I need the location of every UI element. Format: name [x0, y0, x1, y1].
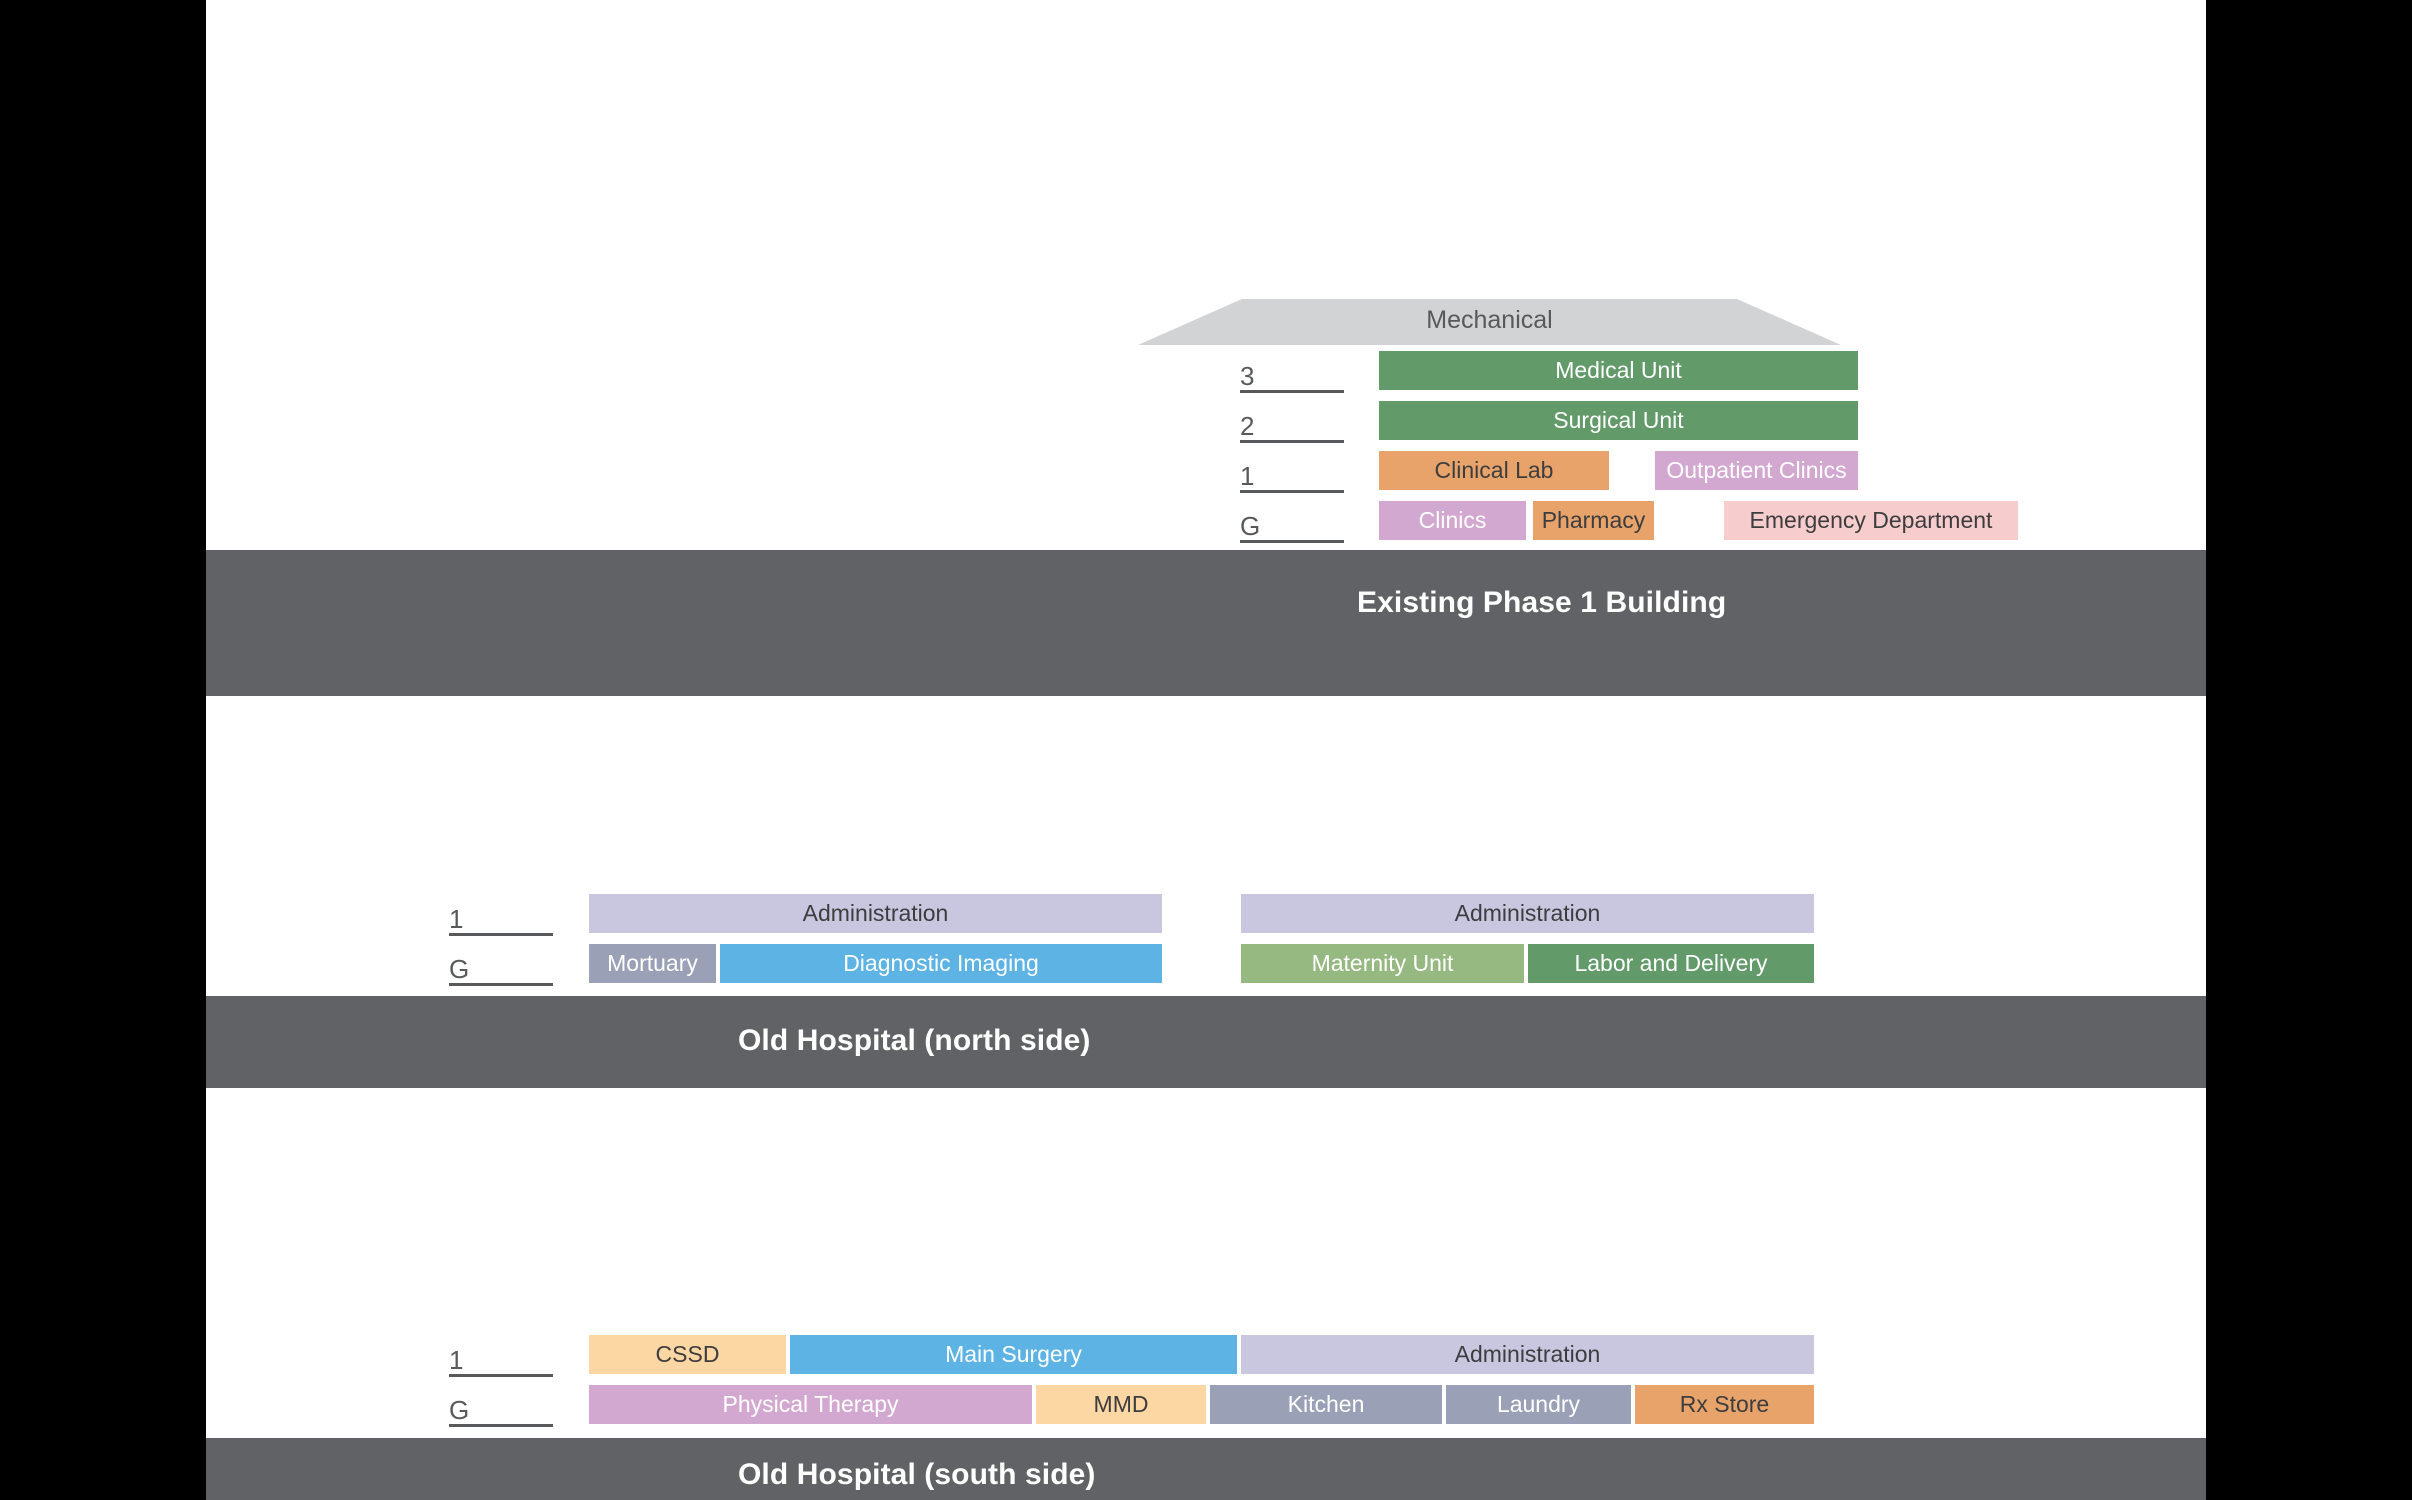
floor-rule: [449, 933, 553, 936]
room-medical-unit[interactable]: Medical Unit: [1379, 351, 1858, 390]
room-administration[interactable]: Administration: [1241, 1335, 1814, 1374]
floor-tick-3: 3: [1240, 358, 1344, 393]
floor-tick-g: G: [449, 951, 553, 986]
floor-rule: [1240, 440, 1344, 443]
floor-tick-1: 1: [449, 901, 553, 936]
floor-label-g: G: [449, 1395, 470, 1425]
room-surgical-unit[interactable]: Surgical Unit: [1379, 401, 1858, 440]
room-cssd[interactable]: CSSD: [589, 1335, 786, 1374]
floor-rule: [1240, 540, 1344, 543]
floor-rule: [449, 1374, 553, 1377]
room-pharmacy[interactable]: Pharmacy: [1533, 501, 1654, 540]
room-laundry[interactable]: Laundry: [1446, 1385, 1631, 1424]
section-old-hospital-north-side: 1 G Administration Administration Mortua…: [206, 696, 2206, 1096]
section-old-hospital-south-side: 1 G CSSD Main Surgery Administration Phy…: [206, 1088, 2206, 1500]
mechanical-label: Mechanical: [1426, 306, 1553, 334]
diagram-canvas: Mechanical 3 2 1 G Medical Unit Surgical…: [206, 0, 2206, 1500]
room-mmd[interactable]: MMD: [1036, 1385, 1206, 1424]
section-band-label: Existing Phase 1 Building: [1357, 586, 1727, 619]
floor-tick-1: 1: [1240, 458, 1344, 493]
room-outpatient-clinics[interactable]: Outpatient Clinics: [1655, 451, 1858, 490]
room-main-surgery[interactable]: Main Surgery: [790, 1335, 1237, 1374]
floor-label-3: 3: [1240, 361, 1255, 391]
floor-label-g: G: [449, 954, 470, 984]
room-diagnostic-imaging[interactable]: Diagnostic Imaging: [720, 944, 1162, 983]
section-band-existing-phase-1-building: Existing Phase 1 Building: [206, 550, 2206, 696]
section-existing-phase-1-building: Mechanical 3 2 1 G Medical Unit Surgical…: [206, 0, 2206, 696]
room-mortuary[interactable]: Mortuary: [589, 944, 716, 983]
room-emergency-department[interactable]: Emergency Department: [1724, 501, 2018, 540]
room-clinical-lab[interactable]: Clinical Lab: [1379, 451, 1609, 490]
hospital-stacking-diagram: Mechanical 3 2 1 G Medical Unit Surgical…: [0, 0, 2412, 1500]
room-labor-and-delivery[interactable]: Labor and Delivery: [1528, 944, 1814, 983]
section-band-label: Old Hospital (north side): [738, 1024, 1091, 1057]
room-physical-therapy[interactable]: Physical Therapy: [589, 1385, 1032, 1424]
section-band-label: Old Hospital (south side): [738, 1458, 1096, 1491]
room-kitchen[interactable]: Kitchen: [1210, 1385, 1442, 1424]
room-administration-west[interactable]: Administration: [589, 894, 1162, 933]
room-rx-store[interactable]: Rx Store: [1635, 1385, 1814, 1424]
floor-rule: [1240, 390, 1344, 393]
floor-rule: [449, 983, 553, 986]
room-maternity-unit[interactable]: Maternity Unit: [1241, 944, 1524, 983]
section-band-old-hospital-south-side: Old Hospital (south side): [206, 1438, 2206, 1500]
floor-label-1: 1: [1240, 461, 1255, 491]
mechanical-roof: Mechanical: [1138, 299, 1841, 347]
section-band-old-hospital-north-side: Old Hospital (north side): [206, 996, 2206, 1088]
floor-label-1: 1: [449, 904, 464, 934]
floor-tick-1: 1: [449, 1342, 553, 1377]
floor-tick-g: G: [449, 1392, 553, 1427]
floor-tick-g: G: [1240, 508, 1344, 543]
floor-rule: [1240, 490, 1344, 493]
floor-tick-2: 2: [1240, 408, 1344, 443]
floor-label-g: G: [1240, 511, 1261, 541]
floor-label-1: 1: [449, 1345, 464, 1375]
room-administration-east[interactable]: Administration: [1241, 894, 1814, 933]
floor-label-2: 2: [1240, 411, 1255, 441]
floor-rule: [449, 1424, 553, 1427]
room-clinics[interactable]: Clinics: [1379, 501, 1526, 540]
